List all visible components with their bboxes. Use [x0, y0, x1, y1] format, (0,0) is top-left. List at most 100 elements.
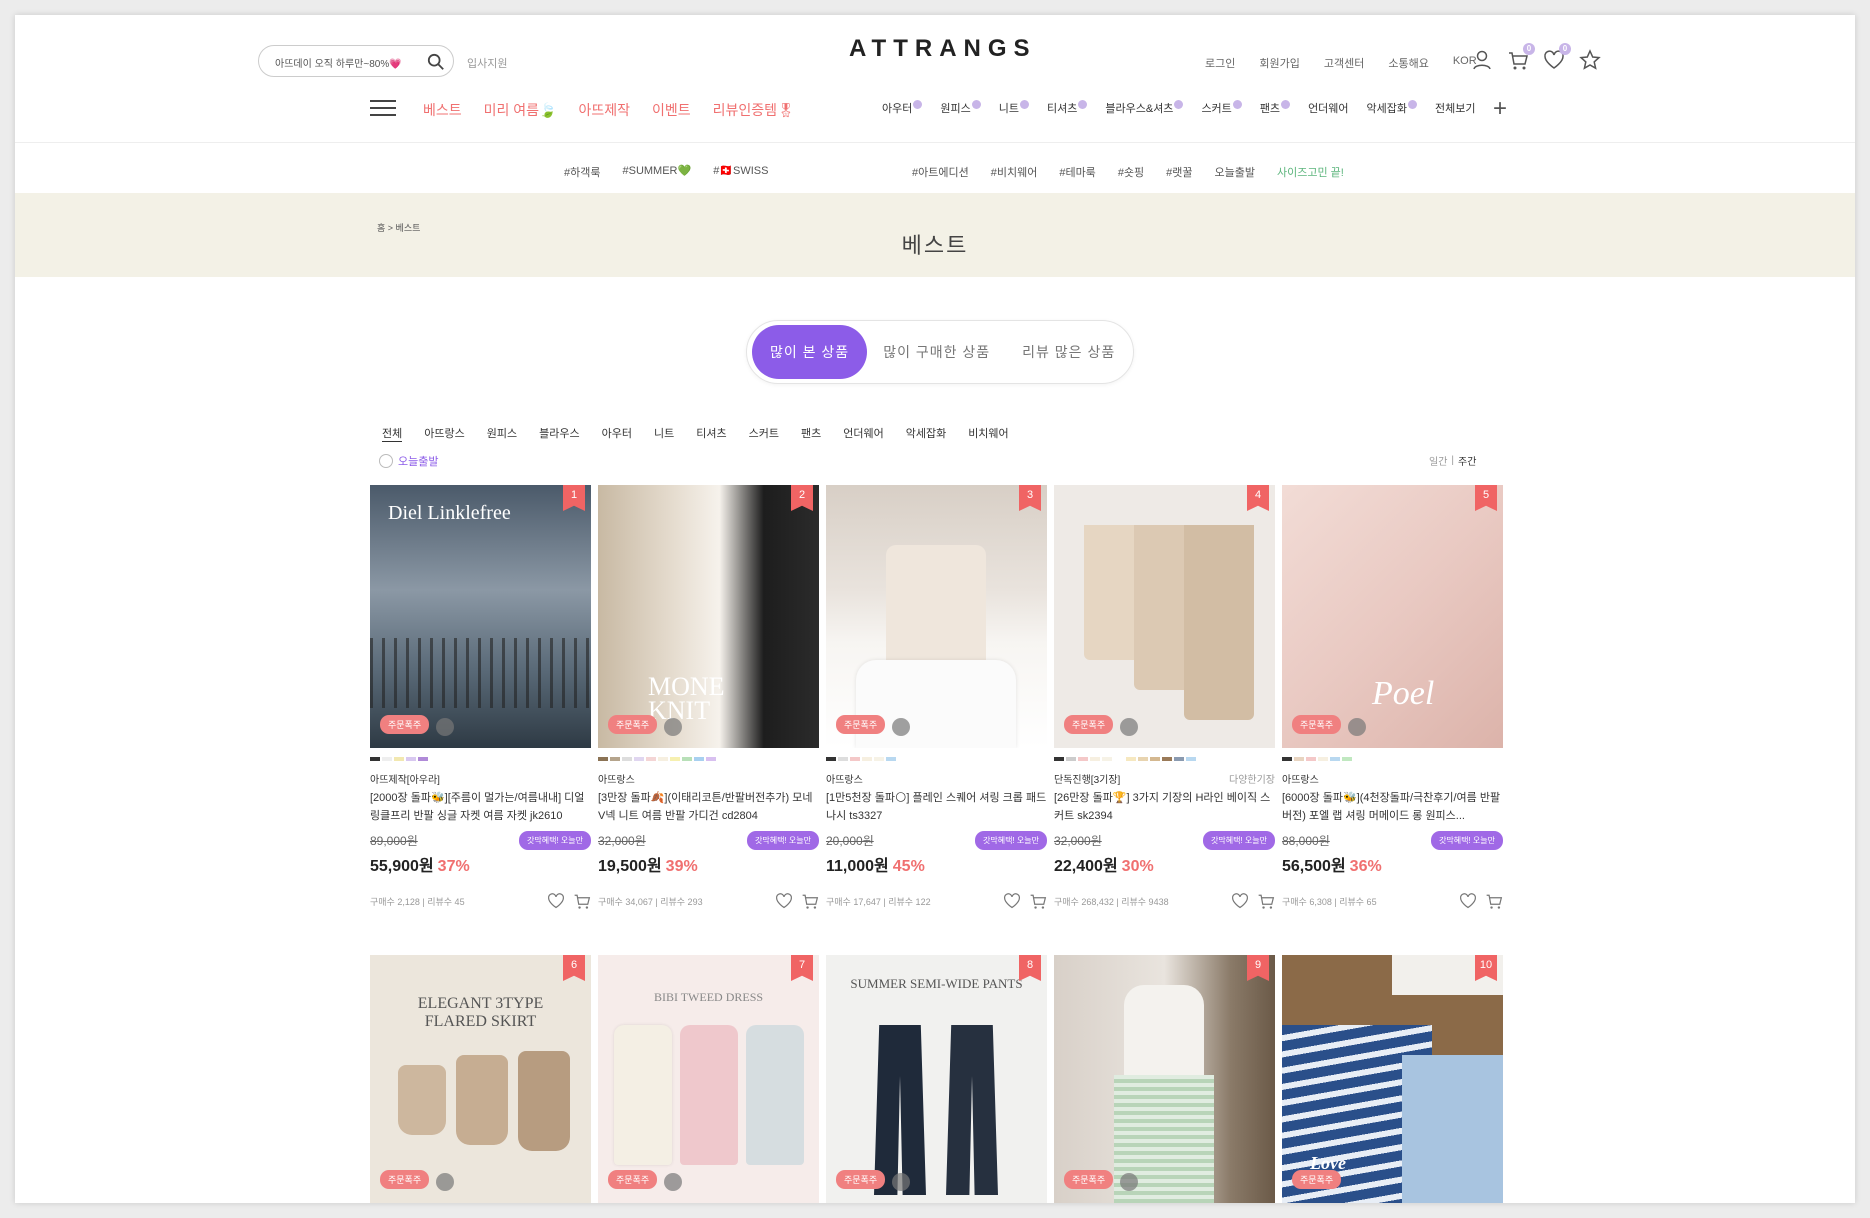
filter-tshirt[interactable]: 티셔츠: [696, 425, 726, 442]
cart-icon[interactable]: 0: [1507, 43, 1535, 71]
product-name[interactable]: [2000장 돌파🐝][주름이 멀가는/여름내내] 디얼 링클프리 반팔 싱글 …: [370, 789, 591, 825]
filter-attrangs[interactable]: 아뜨랑스: [424, 425, 464, 442]
cat-knit[interactable]: 니트: [999, 100, 1029, 116]
filter-all[interactable]: 전체: [382, 425, 403, 442]
wishlist-heart-icon[interactable]: [775, 892, 793, 910]
wishlist-heart-icon[interactable]: [1459, 892, 1477, 910]
product-card[interactable]: Diel Linklefree 1 주문폭주 아뜨제작[아우라] [2000장 …: [370, 485, 591, 910]
nav-summer[interactable]: 미리 여름🍃: [484, 100, 557, 120]
benefit-dropdown[interactable]: 갓막혜택! 오늘만: [1431, 831, 1503, 850]
heart-icon[interactable]: 0: [1543, 43, 1571, 71]
community-link[interactable]: 소통해요: [1388, 55, 1428, 71]
plus-icon[interactable]: +: [1493, 95, 1507, 123]
search-input[interactable]: 아뜨데이 오직 하루만~80%💗: [258, 45, 454, 77]
product-image[interactable]: 9 주문폭주: [1054, 955, 1275, 1203]
cat-blouse[interactable]: 블라우스&셔츠: [1105, 100, 1184, 116]
cat-onepiece[interactable]: 원피스: [940, 100, 981, 116]
cat-pants[interactable]: 팬츠: [1260, 100, 1291, 116]
user-icon[interactable]: [1471, 49, 1493, 71]
filter-knit[interactable]: 니트: [654, 425, 674, 442]
benefit-dropdown[interactable]: 갓막혜택! 오늘만: [519, 831, 591, 850]
product-image[interactable]: Diel Linklefree 1 주문폭주: [370, 485, 591, 748]
add-cart-icon[interactable]: [573, 892, 591, 910]
cat-outer[interactable]: 아우터: [882, 100, 923, 116]
product-card[interactable]: Poel 5 주문폭주 아뜨랑스 [6000장 돌파🐝](4천장돌파/극찬후기/…: [1282, 485, 1503, 910]
product-card[interactable]: SUMMER SEMI-WIDE PANTS 8 주문폭주: [826, 955, 1047, 1203]
period-day[interactable]: 일간: [1429, 453, 1447, 468]
filter-underwear[interactable]: 언더웨어: [843, 425, 883, 442]
add-cart-icon[interactable]: [1257, 892, 1275, 910]
nav-best[interactable]: 베스트: [423, 100, 462, 120]
recruit-link[interactable]: 입사지원: [467, 55, 507, 71]
add-cart-icon[interactable]: [801, 892, 819, 910]
tag-honey[interactable]: #랫꿀: [1166, 164, 1192, 180]
search-icon[interactable]: [427, 53, 445, 71]
sale-price: 55,900원: [370, 858, 434, 875]
today-ship-filter[interactable]: 오늘출발: [379, 453, 438, 469]
tab-most-viewed[interactable]: 많이 본 상품: [752, 325, 868, 379]
filter-outer[interactable]: 아우터: [602, 425, 632, 442]
period-week[interactable]: 주간: [1458, 453, 1476, 468]
cat-tshirt[interactable]: 티셔츠: [1047, 100, 1088, 116]
product-image[interactable]: BIBI TWEED DRESS 7 주문폭주: [598, 955, 819, 1203]
tag-swiss[interactable]: #🇨🇭SWISS: [713, 164, 768, 180]
tag-today-ship[interactable]: 오늘출발: [1215, 164, 1255, 180]
benefit-dropdown[interactable]: 갓막혜택! 오늘만: [747, 831, 819, 850]
tag-summer[interactable]: #SUMMER💚: [622, 164, 691, 180]
tag-art-edition[interactable]: #아트에디션: [912, 164, 969, 180]
cat-skirt[interactable]: 스커트: [1201, 100, 1242, 116]
product-image[interactable]: MONE KNIT 2 주문폭주: [598, 485, 819, 748]
cat-acc[interactable]: 악세잡화: [1367, 100, 1418, 116]
login-link[interactable]: 로그인: [1205, 55, 1235, 71]
tab-most-reviewed[interactable]: 리뷰 많은 상품: [1006, 325, 1131, 379]
wishlist-heart-icon[interactable]: [1231, 892, 1249, 910]
filter-blouse[interactable]: 블라우스: [539, 425, 579, 442]
nav-event[interactable]: 이벤트: [652, 100, 691, 120]
product-image[interactable]: Poel 5 주문폭주: [1282, 485, 1503, 748]
product-image[interactable]: SUMMER SEMI-WIDE PANTS 8 주문폭주: [826, 955, 1047, 1203]
product-image[interactable]: ELEGANT 3TYPE FLARED SKIRT 6 주문폭주: [370, 955, 591, 1203]
product-card[interactable]: 4 주문폭주 단독진행[3기장] 다양한기장 [26만장 돌파🏆] 3가지 기장의…: [1054, 485, 1275, 910]
logo[interactable]: ATTRANGS: [849, 35, 1037, 63]
product-name[interactable]: [3만장 돌파🍂](이태리코튼/반팔버전추가) 모네 V넥 니트 여름 반팔 가…: [598, 789, 819, 825]
menu-icon[interactable]: [370, 100, 396, 118]
tag-shopping[interactable]: #숏핑: [1118, 164, 1144, 180]
period-toggle[interactable]: 일간 | 주간: [1429, 453, 1476, 468]
filter-beach[interactable]: 비치웨어: [968, 425, 1008, 442]
order-tag: 주문폭주: [836, 1170, 886, 1189]
signup-link[interactable]: 회원가입: [1259, 55, 1299, 71]
product-card[interactable]: 3 주문폭주 아뜨랑스 [1만5천장 돌파🌕] 플레인 스퀘어 셔링 크롭 패드…: [826, 485, 1047, 910]
product-card[interactable]: BIBI TWEED DRESS 7 주문폭주: [598, 955, 819, 1203]
product-image[interactable]: 3 주문폭주: [826, 485, 1047, 748]
nav-attrangs-made[interactable]: 아뜨제작: [578, 100, 630, 120]
customer-center-link[interactable]: 고객센터: [1324, 55, 1364, 71]
product-name[interactable]: [6000장 돌파🐝](4천장돌파/극찬후기/여름 반팔버전) 포엘 랩 셔링 …: [1282, 789, 1503, 825]
tab-most-purchased[interactable]: 많이 구매한 상품: [867, 325, 1006, 379]
star-icon[interactable]: [1579, 49, 1601, 71]
product-card[interactable]: MONE KNIT 2 주문폭주 아뜨랑스 [3만장 돌파🍂](이태리코튼/반팔…: [598, 485, 819, 910]
product-image[interactable]: 4 주문폭주: [1054, 485, 1275, 748]
benefit-dropdown[interactable]: 갓막혜택! 오늘만: [1203, 831, 1275, 850]
add-cart-icon[interactable]: [1029, 892, 1047, 910]
filter-acc[interactable]: 악세잡화: [906, 425, 946, 442]
tag-theme[interactable]: #테마룩: [1059, 164, 1095, 180]
benefit-dropdown[interactable]: 갓막혜택! 오늘만: [975, 831, 1047, 850]
wishlist-heart-icon[interactable]: [547, 892, 565, 910]
product-name[interactable]: [26만장 돌파🏆] 3가지 기장의 H라인 베이직 스커트 sk2394: [1054, 789, 1275, 825]
tag-wedding[interactable]: #하객룩: [564, 164, 600, 180]
filter-onepiece[interactable]: 원피스: [487, 425, 517, 442]
nav-review[interactable]: 리뷰인증템🎖: [713, 100, 795, 120]
product-image[interactable]: Love You 10 주문폭주: [1282, 955, 1503, 1203]
product-card[interactable]: ELEGANT 3TYPE FLARED SKIRT 6 주문폭주: [370, 955, 591, 1203]
product-card[interactable]: 9 주문폭주: [1054, 955, 1275, 1203]
product-card[interactable]: Love You 10 주문폭주: [1282, 955, 1503, 1203]
filter-pants[interactable]: 팬츠: [801, 425, 821, 442]
wishlist-heart-icon[interactable]: [1003, 892, 1021, 910]
add-cart-icon[interactable]: [1485, 892, 1503, 910]
tag-beach[interactable]: #비치웨어: [991, 164, 1038, 180]
filter-skirt[interactable]: 스커트: [749, 425, 779, 442]
product-name[interactable]: [1만5천장 돌파🌕] 플레인 스퀘어 셔링 크롭 패드 나시 ts3327: [826, 789, 1047, 825]
cat-all[interactable]: 전체보기: [1435, 100, 1475, 116]
tag-size-guide[interactable]: 사이즈고민 끝!: [1277, 164, 1344, 180]
cat-underwear[interactable]: 언더웨어: [1308, 100, 1348, 116]
